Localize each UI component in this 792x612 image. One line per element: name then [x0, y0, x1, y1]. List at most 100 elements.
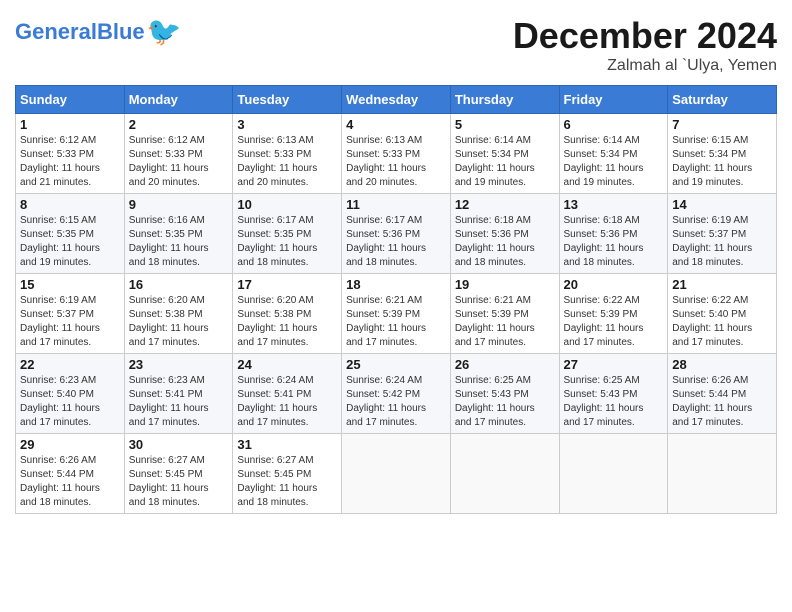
day-cell: 11Sunrise: 6:17 AMSunset: 5:36 PMDayligh… [342, 194, 451, 274]
day-info: Sunrise: 6:14 AMSunset: 5:34 PMDaylight:… [564, 134, 664, 190]
day-number: 22 [20, 357, 120, 372]
day-info: Sunrise: 6:24 AMSunset: 5:41 PMDaylight:… [237, 374, 337, 430]
weekday-header-row: SundayMondayTuesdayWednesdayThursdayFrid… [16, 86, 777, 114]
day-number: 9 [129, 197, 229, 212]
day-info: Sunrise: 6:13 AMSunset: 5:33 PMDaylight:… [237, 134, 337, 190]
calendar-table: SundayMondayTuesdayWednesdayThursdayFrid… [15, 85, 777, 514]
day-cell: 16 Sunrise: 6:20 AMSunset: 5:38 PMDayligh… [124, 274, 233, 354]
day-number: 29 [20, 437, 120, 452]
day-cell: 23 Sunrise: 6:23 AMSunset: 5:41 PMDayligh… [124, 354, 233, 434]
day-info: Sunrise: 6:15 AMSunset: 5:35 PMDaylight:… [20, 214, 120, 270]
day-cell: 21Sunrise: 6:22 AMSunset: 5:40 PMDayligh… [668, 274, 777, 354]
day-cell: 3 Sunrise: 6:13 AMSunset: 5:33 PMDaylight… [233, 114, 342, 194]
week-row-4: 22 Sunrise: 6:23 AMSunset: 5:40 PMDayligh… [16, 354, 777, 434]
day-number: 13 [564, 197, 664, 212]
day-cell: 24 Sunrise: 6:24 AMSunset: 5:41 PMDayligh… [233, 354, 342, 434]
day-info: Sunrise: 6:16 AMSunset: 5:35 PMDaylight:… [129, 214, 229, 270]
day-number: 10 [237, 197, 337, 212]
day-cell: 4 Sunrise: 6:13 AMSunset: 5:33 PMDaylight… [342, 114, 451, 194]
day-cell: 1Sunrise: 6:12 AMSunset: 5:33 PMDaylight… [16, 114, 125, 194]
day-cell [559, 434, 668, 514]
day-number: 3 [237, 117, 337, 132]
day-info: Sunrise: 6:20 AMSunset: 5:38 PMDaylight:… [237, 294, 337, 350]
day-number: 19 [455, 277, 555, 292]
day-cell: 17 Sunrise: 6:20 AMSunset: 5:38 PMDayligh… [233, 274, 342, 354]
day-number: 14 [672, 197, 772, 212]
day-number: 2 [129, 117, 229, 132]
day-number: 1 [20, 117, 120, 132]
day-cell: 28 Sunrise: 6:26 AMSunset: 5:44 PMDayligh… [668, 354, 777, 434]
day-cell: 14 Sunrise: 6:19 AMSunset: 5:37 PMDayligh… [668, 194, 777, 274]
week-row-2: 8 Sunrise: 6:15 AMSunset: 5:35 PMDaylight… [16, 194, 777, 274]
week-row-3: 15 Sunrise: 6:19 AMSunset: 5:37 PMDayligh… [16, 274, 777, 354]
day-info: Sunrise: 6:22 AMSunset: 5:39 PMDaylight:… [564, 294, 664, 350]
day-cell: 5 Sunrise: 6:14 AMSunset: 5:34 PMDaylight… [450, 114, 559, 194]
day-number: 4 [346, 117, 446, 132]
weekday-header-wednesday: Wednesday [342, 86, 451, 114]
day-number: 31 [237, 437, 337, 452]
day-info: Sunrise: 6:15 AMSunset: 5:34 PMDaylight:… [672, 134, 772, 190]
day-number: 20 [564, 277, 664, 292]
day-cell [668, 434, 777, 514]
day-number: 16 [129, 277, 229, 292]
day-number: 5 [455, 117, 555, 132]
day-number: 25 [346, 357, 446, 372]
day-number: 15 [20, 277, 120, 292]
logo-bird-icon: 🐦 [147, 15, 182, 48]
day-number: 27 [564, 357, 664, 372]
day-number: 17 [237, 277, 337, 292]
day-info: Sunrise: 6:17 AMSunset: 5:35 PMDaylight:… [237, 214, 337, 270]
weekday-header-friday: Friday [559, 86, 668, 114]
day-info: Sunrise: 6:18 AMSunset: 5:36 PMDaylight:… [455, 214, 555, 270]
day-cell: 27Sunrise: 6:25 AMSunset: 5:43 PMDayligh… [559, 354, 668, 434]
header: GeneralBlue 🐦 December 2024 Zalmah al `U… [15, 15, 777, 75]
day-cell: 2 Sunrise: 6:12 AMSunset: 5:33 PMDaylight… [124, 114, 233, 194]
day-info: Sunrise: 6:21 AMSunset: 5:39 PMDaylight:… [346, 294, 446, 350]
day-info: Sunrise: 6:13 AMSunset: 5:33 PMDaylight:… [346, 134, 446, 190]
weekday-header-sunday: Sunday [16, 86, 125, 114]
day-cell: 10 Sunrise: 6:17 AMSunset: 5:35 PMDayligh… [233, 194, 342, 274]
week-row-1: 1 Sunrise: 6:12 AMSunset: 5:33 PMDaylight… [16, 114, 777, 194]
day-cell: 9 Sunrise: 6:16 AMSunset: 5:35 PMDaylight… [124, 194, 233, 274]
day-cell: 7Sunrise: 6:15 AMSunset: 5:34 PMDaylight… [668, 114, 777, 194]
day-cell: 29Sunrise: 6:26 AMSunset: 5:44 PMDayligh… [16, 434, 125, 514]
day-number: 28 [672, 357, 772, 372]
day-cell [342, 434, 451, 514]
location-title: Zalmah al `Ulya, Yemen [513, 57, 777, 75]
day-info: Sunrise: 6:14 AMSunset: 5:34 PMDaylight:… [455, 134, 555, 190]
day-info: Sunrise: 6:23 AMSunset: 5:40 PMDaylight:… [20, 374, 120, 430]
day-number: 21 [672, 277, 772, 292]
day-number: 23 [129, 357, 229, 372]
day-info: Sunrise: 6:27 AMSunset: 5:45 PMDaylight:… [237, 454, 337, 510]
logo-text: GeneralBlue [15, 19, 145, 45]
day-number: 18 [346, 277, 446, 292]
day-cell: 15 Sunrise: 6:19 AMSunset: 5:37 PMDayligh… [16, 274, 125, 354]
day-info: Sunrise: 6:21 AMSunset: 5:39 PMDaylight:… [455, 294, 555, 350]
day-info: Sunrise: 6:19 AMSunset: 5:37 PMDaylight:… [672, 214, 772, 270]
month-title: December 2024 [513, 15, 777, 57]
day-info: Sunrise: 6:23 AMSunset: 5:41 PMDaylight:… [129, 374, 229, 430]
day-number: 6 [564, 117, 664, 132]
day-number: 24 [237, 357, 337, 372]
day-number: 26 [455, 357, 555, 372]
day-info: Sunrise: 6:27 AMSunset: 5:45 PMDaylight:… [129, 454, 229, 510]
day-cell: 13 Sunrise: 6:18 AMSunset: 5:36 PMDayligh… [559, 194, 668, 274]
day-info: Sunrise: 6:25 AMSunset: 5:43 PMDaylight:… [455, 374, 555, 430]
day-number: 11 [346, 197, 446, 212]
day-cell: 26 Sunrise: 6:25 AMSunset: 5:43 PMDayligh… [450, 354, 559, 434]
day-cell: 8 Sunrise: 6:15 AMSunset: 5:35 PMDaylight… [16, 194, 125, 274]
weekday-header-monday: Monday [124, 86, 233, 114]
day-info: Sunrise: 6:20 AMSunset: 5:38 PMDaylight:… [129, 294, 229, 350]
day-info: Sunrise: 6:12 AMSunset: 5:33 PMDaylight:… [129, 134, 229, 190]
logo: GeneralBlue 🐦 [15, 15, 182, 48]
day-info: Sunrise: 6:19 AMSunset: 5:37 PMDaylight:… [20, 294, 120, 350]
day-cell: 22 Sunrise: 6:23 AMSunset: 5:40 PMDayligh… [16, 354, 125, 434]
day-number: 30 [129, 437, 229, 452]
title-area: December 2024 Zalmah al `Ulya, Yemen [513, 15, 777, 75]
day-number: 12 [455, 197, 555, 212]
day-cell: 19 Sunrise: 6:21 AMSunset: 5:39 PMDayligh… [450, 274, 559, 354]
week-row-5: 29Sunrise: 6:26 AMSunset: 5:44 PMDayligh… [16, 434, 777, 514]
day-number: 8 [20, 197, 120, 212]
day-info: Sunrise: 6:18 AMSunset: 5:36 PMDaylight:… [564, 214, 664, 270]
day-info: Sunrise: 6:26 AMSunset: 5:44 PMDaylight:… [672, 374, 772, 430]
